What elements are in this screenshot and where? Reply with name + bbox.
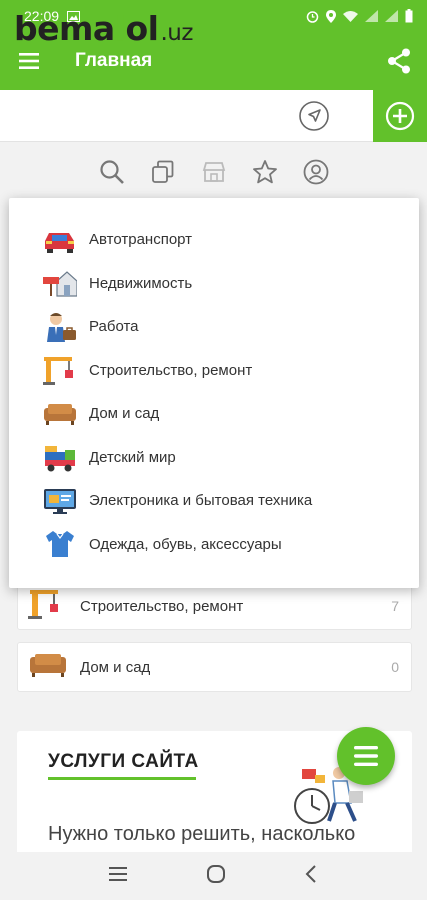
dropdown-item-home-garden[interactable]: Дом и сад <box>9 392 419 436</box>
dropdown-item-jobs[interactable]: Работа <box>9 305 419 349</box>
signal-icon-2 <box>385 10 398 22</box>
list-item[interactable]: Строительство, ремонт 7 <box>17 582 412 630</box>
signal-icon <box>365 10 378 22</box>
shop-icon <box>202 162 225 182</box>
search-icon <box>99 160 124 184</box>
location-button[interactable] <box>298 100 330 132</box>
menu-lines-icon <box>354 746 378 766</box>
copy-button[interactable] <box>150 159 176 185</box>
wifi-icon <box>343 10 358 22</box>
back-chevron-icon <box>305 864 316 883</box>
services-title-underline <box>48 777 196 780</box>
recent-apps-icon <box>108 866 127 881</box>
dropdown-item-kids[interactable]: Детский мир <box>9 436 419 480</box>
battery-icon <box>405 9 413 23</box>
dropdown-item-label: Одежда, обувь, аксессуары <box>89 535 282 553</box>
fab-menu-button[interactable] <box>337 727 395 785</box>
dropdown-item-label: Автотранспорт <box>89 231 193 249</box>
dropdown-item-construction[interactable]: Строительство, ремонт <box>9 349 419 393</box>
logo-text-b: l <box>114 9 126 48</box>
home-circle-icon <box>207 864 226 883</box>
shirt-icon <box>43 529 77 559</box>
system-nav-bar <box>0 852 427 900</box>
add-listing-button[interactable] <box>373 90 427 142</box>
site-logo[interactable]: bemalol.uz <box>14 9 193 48</box>
list-item-count: 7 <box>391 598 399 614</box>
logo-suffix: .uz <box>160 20 193 46</box>
dropdown-item-label: Электроника и бытовая техника <box>89 492 313 510</box>
location-status-icon <box>326 9 336 23</box>
alarm-icon <box>306 10 319 23</box>
back-button[interactable] <box>304 864 318 889</box>
dropdown-item-label: Дом и сад <box>89 405 160 423</box>
share-button[interactable] <box>371 32 427 90</box>
dropdown-item-auto[interactable]: Автотранспорт <box>9 218 419 262</box>
plus-circle-icon <box>385 101 415 131</box>
share-icon <box>388 48 410 74</box>
dropdown-item-label: Детский мир <box>89 448 176 466</box>
crane-icon <box>43 355 77 386</box>
search-button[interactable] <box>99 159 125 185</box>
home-button[interactable] <box>206 864 226 889</box>
house-icon <box>43 268 77 298</box>
copy-icon <box>151 160 173 183</box>
hamburger-icon <box>19 53 39 69</box>
page-title: Главная <box>75 50 153 71</box>
list-item[interactable]: Дом и сад 0 <box>17 642 412 692</box>
list-item-label: Строительство, ремонт <box>80 597 244 615</box>
profile-button[interactable] <box>303 159 329 185</box>
star-icon <box>252 160 277 184</box>
dropdown-item-label: Работа <box>89 318 139 336</box>
sofa-icon <box>28 651 68 684</box>
toy-train-icon <box>43 442 77 472</box>
monitor-icon <box>43 486 77 516</box>
favorites-button[interactable] <box>252 159 278 185</box>
sofa-icon <box>43 399 77 429</box>
dropdown-item-label: Недвижимость <box>89 274 193 292</box>
logo-text-a: bema <box>14 9 115 48</box>
logo-text-c: ol <box>125 9 159 48</box>
list-item-count: 0 <box>391 659 399 675</box>
category-dropdown: Автотранспорт Недвижимость Работа Строит… <box>9 198 419 588</box>
navigation-arrow-icon <box>299 101 329 131</box>
user-circle-icon <box>303 159 328 185</box>
services-title: УСЛУГИ САЙТА <box>48 751 199 772</box>
crane-icon <box>28 588 68 625</box>
worker-icon <box>43 312 77 342</box>
dropdown-item-clothes[interactable]: Одежда, обувь, аксессуары <box>9 523 419 567</box>
dropdown-item-realty[interactable]: Недвижимость <box>9 262 419 306</box>
logo-row <box>0 90 427 142</box>
dropdown-item-electronics[interactable]: Электроника и бытовая техника <box>9 479 419 523</box>
shop-button[interactable] <box>201 159 227 185</box>
dropdown-item-label: Строительство, ремонт <box>89 361 253 379</box>
toolbar <box>0 143 427 201</box>
car-icon <box>43 225 77 255</box>
list-item-label: Дом и сад <box>80 658 151 676</box>
recent-apps-button[interactable] <box>108 866 129 886</box>
